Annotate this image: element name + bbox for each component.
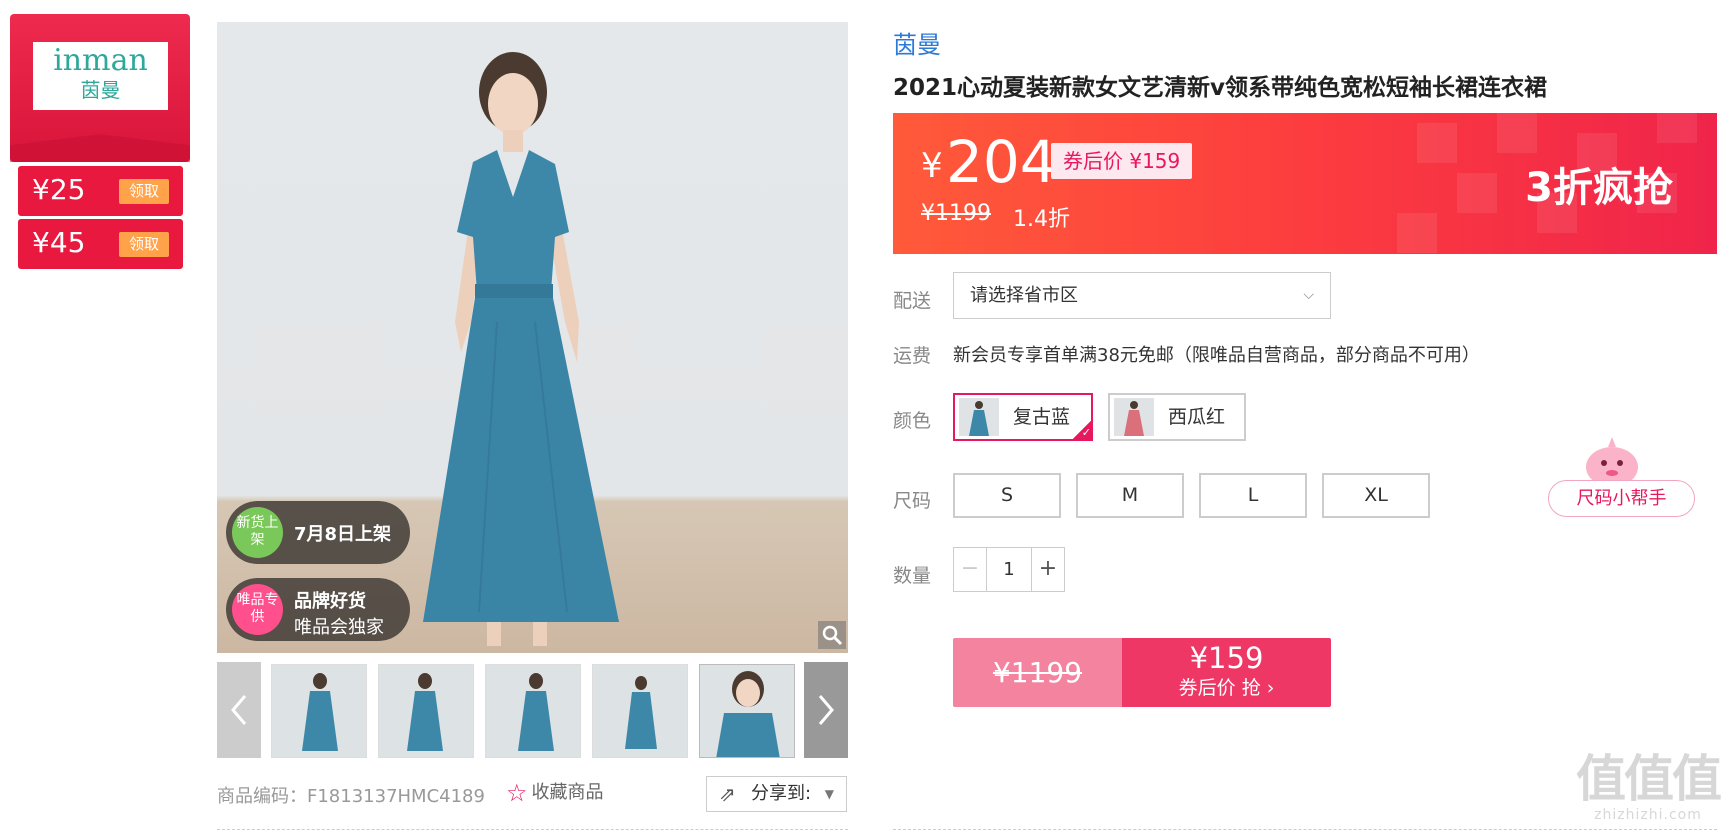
shipping-label: 运费: [893, 345, 932, 367]
discount-label: 1.4折: [1013, 207, 1070, 232]
buy-button[interactable]: ¥1199 ¥159 券后价 抢 ›: [953, 638, 1331, 707]
product-code-label: 商品编码：: [217, 786, 307, 807]
coupon-amount: ¥25: [32, 173, 86, 206]
zoom-icon[interactable]: [818, 621, 846, 649]
minus-icon[interactable]: −: [954, 548, 987, 591]
color-option-watermelon-red[interactable]: 西瓜红: [1108, 393, 1246, 441]
watermark-url: zhizhizhi.com: [1594, 807, 1702, 823]
size-option-m[interactable]: M: [1076, 473, 1184, 518]
new-arrival-badge: 新货上架: [232, 507, 283, 558]
size-option-l[interactable]: L: [1199, 473, 1307, 518]
exclusive-tag: 唯品专供 品牌好货 唯品会独家: [226, 578, 410, 641]
size-helper[interactable]: 尺码小帮手: [1548, 435, 1698, 519]
price-banner: ¥ 204 券后价 ¥159 ¥1199 1.4折 3折疯抢: [893, 113, 1717, 254]
star-icon: ☆: [506, 779, 528, 807]
product-code-value: F1813137HMC4189: [307, 786, 485, 807]
current-price: 204: [946, 128, 1057, 196]
shipping-info: 新会员专享首单满38元免邮（限唯品自营商品，部分商品不可用）: [953, 345, 1480, 366]
buy-coupon-price: ¥159: [1189, 641, 1264, 675]
exclusive-badge: 唯品专供: [232, 584, 283, 635]
new-arrival-date: 7月8日上架: [294, 524, 392, 545]
coupon-25: ¥25 领取: [18, 166, 183, 218]
thumbnail[interactable]: [485, 664, 581, 758]
color-option-label: 西瓜红: [1168, 406, 1226, 428]
product-code: 商品编码：F1813137HMC4189: [217, 782, 485, 808]
brand-logo-cn: 茵曼: [80, 78, 121, 102]
caret-down-icon: ▼: [824, 787, 834, 801]
region-select[interactable]: 请选择省市区 ⌵: [953, 272, 1331, 319]
coupon-amount: ¥45: [32, 226, 86, 259]
share-dropdown[interactable]: ⇗ 分享到: ▼: [706, 776, 847, 812]
coupon-45: ¥45 领取: [18, 219, 183, 269]
coupon-claim-button[interactable]: 领取: [119, 179, 169, 204]
promo-slogan: 3折疯抢: [1525, 165, 1673, 211]
price-currency: ¥: [921, 146, 943, 186]
brand-link[interactable]: 茵曼: [893, 25, 941, 60]
size-option-xl[interactable]: XL: [1322, 473, 1430, 518]
color-option-retro-blue[interactable]: 复古蓝 ✓: [953, 393, 1093, 441]
thumbnail[interactable]: [378, 664, 474, 758]
chevron-right-icon: [818, 695, 834, 725]
thumbnail[interactable]: [592, 664, 688, 758]
chevron-left-icon: [231, 695, 247, 725]
thumb-next-button[interactable]: [804, 662, 848, 758]
thumbnail-strip: [217, 662, 848, 758]
check-icon: ✓: [1071, 419, 1093, 441]
quantity-value[interactable]: 1: [987, 548, 1031, 591]
exclusive-title: 品牌好货: [294, 591, 366, 612]
share-icon: ⇗: [719, 782, 736, 806]
watermark-logo: 值值值: [1576, 750, 1722, 808]
site-watermark: 值值值 zhizhizhi.com: [1575, 750, 1722, 832]
share-label: 分享到:: [751, 783, 812, 804]
exclusive-subtitle: 唯品会独家: [294, 617, 384, 638]
brand-card[interactable]: inman 茵曼: [10, 14, 190, 162]
thumbnail[interactable]: [271, 664, 367, 758]
main-product-image[interactable]: 新货上架 7月8日上架 唯品专供 品牌好货 唯品会独家: [217, 22, 848, 653]
buy-coupon-section[interactable]: ¥159 券后价 抢 ›: [1122, 638, 1331, 707]
region-select-value: 请选择省市区: [970, 285, 1078, 306]
color-swatch: [959, 398, 999, 436]
quantity-stepper: − 1 +: [953, 547, 1065, 592]
quantity-label: 数量: [893, 565, 932, 587]
color-swatch: [1114, 398, 1154, 436]
favorite-label: 收藏商品: [531, 782, 604, 803]
new-arrival-tag: 新货上架 7月8日上架: [226, 501, 410, 564]
color-label: 颜色: [893, 410, 932, 432]
size-helper-label: 尺码小帮手: [1548, 480, 1695, 517]
favorite-button[interactable]: ☆ 收藏商品: [506, 778, 604, 807]
buy-original-price: ¥1199: [953, 638, 1122, 707]
coupon-claim-button[interactable]: 领取: [119, 232, 169, 257]
size-option-s[interactable]: S: [953, 473, 1061, 518]
plus-icon[interactable]: +: [1031, 548, 1064, 591]
delivery-label: 配送: [893, 290, 932, 312]
brand-logo: inman 茵曼: [33, 42, 168, 110]
thumbnail[interactable]: [699, 664, 795, 758]
color-option-label: 复古蓝: [1013, 406, 1071, 428]
buy-coupon-action: 券后价 抢 ›: [1178, 677, 1275, 699]
brand-logo-en: inman: [53, 43, 148, 78]
size-label: 尺码: [893, 490, 932, 512]
original-price: ¥1199: [921, 201, 991, 226]
after-coupon-price: 券后价 ¥159: [1051, 143, 1193, 179]
chevron-down-icon: ⌵: [1303, 287, 1314, 303]
thumb-prev-button[interactable]: [217, 662, 261, 758]
product-title: 2021心动夏装新款女文艺清新v领系带纯色宽松短袖长裙连衣裙: [893, 75, 1548, 101]
divider: [217, 829, 848, 830]
